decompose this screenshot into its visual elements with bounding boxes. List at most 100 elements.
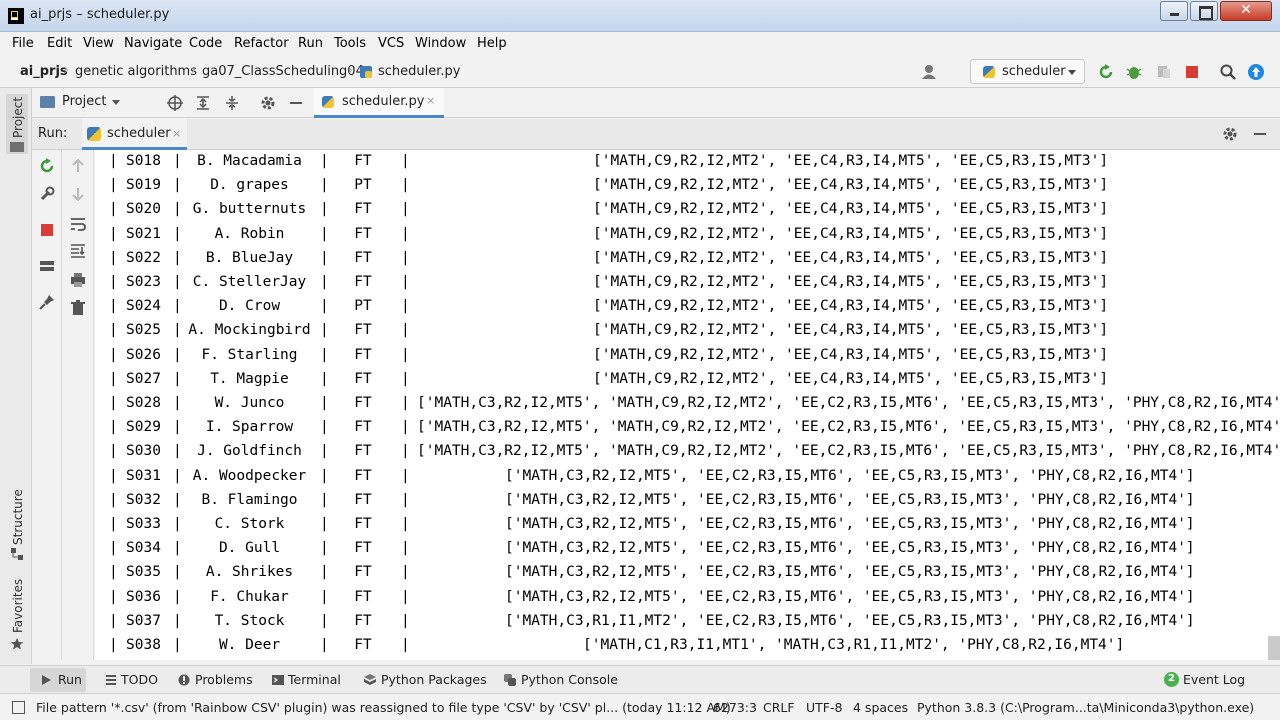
stop-icon[interactable] xyxy=(1184,64,1200,80)
minimize-button[interactable] xyxy=(1160,1,1188,21)
layout-icon[interactable] xyxy=(39,258,55,274)
stop-icon[interactable] xyxy=(39,222,55,238)
run-console-output[interactable]: | S018 | B. Macadamia | FT | ['MATH,C9,R2,I2,MT… xyxy=(95,150,1280,660)
soft-wrap-icon[interactable] xyxy=(70,216,86,232)
wrench-icon[interactable] xyxy=(39,186,55,202)
status-encoding[interactable]: UTF-8 xyxy=(806,700,842,715)
run-configuration-select[interactable]: scheduler xyxy=(970,59,1085,84)
breadcrumb-folder[interactable]: genetic algorithms xyxy=(75,64,197,79)
debug-bug-icon[interactable] xyxy=(1126,64,1142,80)
console-line-pipe: | xyxy=(109,443,118,460)
trash-icon[interactable] xyxy=(70,300,86,316)
tab-structure[interactable]: Structure xyxy=(11,489,25,545)
hide-panel-icon[interactable] xyxy=(288,95,304,111)
update-icon[interactable] xyxy=(1248,64,1264,80)
status-interpreter[interactable]: Python 3.8.3 (C:\Program...ta\Miniconda3… xyxy=(917,700,1254,715)
student-courses: ['MATH,C3,R2,I2,MT5', 'EE,C2,R3,I5,MT6',… xyxy=(505,564,1195,581)
tab-python-console[interactable]: Python Console xyxy=(521,672,618,687)
close-window-button[interactable]: ✕ xyxy=(1220,1,1272,21)
chevron-down-icon[interactable] xyxy=(112,100,120,105)
breadcrumb-subfolder[interactable]: ga07_ClassScheduling04 xyxy=(202,64,364,79)
console-line: | S036 | F. Chukar | FT | ['MATH,C3,R2,I2,MT5',… xyxy=(95,586,1280,610)
print-icon[interactable] xyxy=(70,272,86,288)
status-line-separator[interactable]: CRLF xyxy=(763,700,795,715)
tab-run[interactable]: Run xyxy=(58,672,82,687)
settings-gear-icon[interactable] xyxy=(1222,126,1238,142)
student-name: F. Chukar xyxy=(210,588,289,605)
console-line-pipe: | xyxy=(109,612,118,629)
project-panel-title[interactable]: Project xyxy=(62,94,106,109)
pin-icon[interactable] xyxy=(39,294,55,310)
menu-refactor[interactable]: Refactor xyxy=(234,36,289,51)
student-type: FT xyxy=(354,225,372,242)
editor-tab-scheduler[interactable]: scheduler.py × xyxy=(314,88,444,118)
student-type: FT xyxy=(354,395,372,411)
tab-todo[interactable]: TODO xyxy=(121,672,158,687)
status-caret-position[interactable]: 6273:3 xyxy=(713,700,757,715)
menu-edit[interactable]: Edit xyxy=(47,36,72,51)
rerun-icon[interactable] xyxy=(39,158,55,174)
student-id: S022 xyxy=(126,249,161,266)
rerun-icon[interactable] xyxy=(1098,64,1114,80)
tab-problems[interactable]: Problems xyxy=(195,672,253,687)
student-type: FT xyxy=(354,346,372,363)
python-icon xyxy=(87,127,101,141)
tab-python-packages[interactable]: Python Packages xyxy=(381,672,487,687)
locate-target-icon[interactable] xyxy=(167,95,183,111)
coverage-icon[interactable] xyxy=(1156,64,1172,80)
console-line-pipe: | xyxy=(401,201,410,218)
console-line-pipe: | xyxy=(320,419,329,436)
status-indent[interactable]: 4 spaces xyxy=(853,700,908,715)
console-line-pipe: | xyxy=(320,346,329,363)
maximize-button[interactable] xyxy=(1190,1,1218,21)
console-scrollbar[interactable] xyxy=(1268,636,1280,660)
toggle-tool-windows-icon[interactable] xyxy=(12,701,25,714)
student-courses: ['MATH,C9,R2,I2,MT2', 'EE,C4,R3,I4,MT5',… xyxy=(593,370,1109,387)
status-message[interactable]: File pattern '*.csv' (from 'Rainbow CSV'… xyxy=(36,700,731,715)
console-line-pipe: | xyxy=(320,564,329,581)
console-line-pipe: | xyxy=(401,564,410,581)
hide-panel-icon[interactable] xyxy=(1252,126,1268,142)
student-type: FT xyxy=(354,419,372,436)
tab-favorites[interactable]: Favorites xyxy=(11,579,25,633)
student-name: G. butternuts xyxy=(192,201,307,218)
console-line-pipe: | xyxy=(401,467,410,484)
console-line-pipe: | xyxy=(401,491,410,508)
breadcrumb-file[interactable]: scheduler.py xyxy=(378,64,461,79)
console-line-pipe: | xyxy=(173,201,182,218)
menu-window[interactable]: Window xyxy=(415,36,466,51)
close-tab-icon[interactable]: × xyxy=(426,94,435,107)
menu-vcs[interactable]: VCS xyxy=(378,36,404,51)
scroll-to-end-icon[interactable] xyxy=(70,242,86,258)
arrow-down-icon[interactable] xyxy=(70,186,86,202)
student-id: S038 xyxy=(126,637,161,653)
student-courses: ['MATH,C3,R2,I2,MT5', 'MATH,C9,R2,I2,MT2… xyxy=(417,395,1280,411)
menu-tools[interactable]: Tools xyxy=(334,36,366,51)
menu-help[interactable]: Help xyxy=(477,36,507,51)
collapse-all-icon[interactable] xyxy=(224,95,240,111)
console-line-pipe: | xyxy=(173,588,182,605)
settings-gear-icon[interactable] xyxy=(260,95,276,111)
expand-all-icon[interactable] xyxy=(195,95,211,111)
console-line-pipe: | xyxy=(109,516,118,532)
menu-view[interactable]: View xyxy=(83,36,114,51)
menu-run[interactable]: Run xyxy=(298,36,323,51)
breadcrumb-project[interactable]: ai_prjs xyxy=(20,64,68,79)
close-tab-icon[interactable]: × xyxy=(172,127,181,140)
tab-event-log[interactable]: Event Log xyxy=(1183,672,1245,687)
left-tool-strip: Project Structure Favorites xyxy=(0,88,32,664)
menu-code[interactable]: Code xyxy=(189,36,222,51)
menu-navigate[interactable]: Navigate xyxy=(124,36,182,51)
student-courses: ['MATH,C9,R2,I2,MT2', 'EE,C4,R3,I4,MT5',… xyxy=(593,322,1109,339)
student-type: FT xyxy=(354,516,372,532)
run-tab-scheduler[interactable]: scheduler × xyxy=(82,119,187,150)
user-icon[interactable] xyxy=(922,64,938,80)
student-type: PT xyxy=(354,298,372,315)
console-line-pipe: | xyxy=(320,201,329,218)
menu-file[interactable]: File xyxy=(12,36,34,51)
tab-terminal[interactable]: Terminal xyxy=(288,672,341,687)
arrow-up-icon[interactable] xyxy=(70,158,86,174)
search-icon[interactable] xyxy=(1220,64,1236,80)
console-line-pipe: | xyxy=(401,346,410,363)
student-type: FT xyxy=(354,637,372,653)
